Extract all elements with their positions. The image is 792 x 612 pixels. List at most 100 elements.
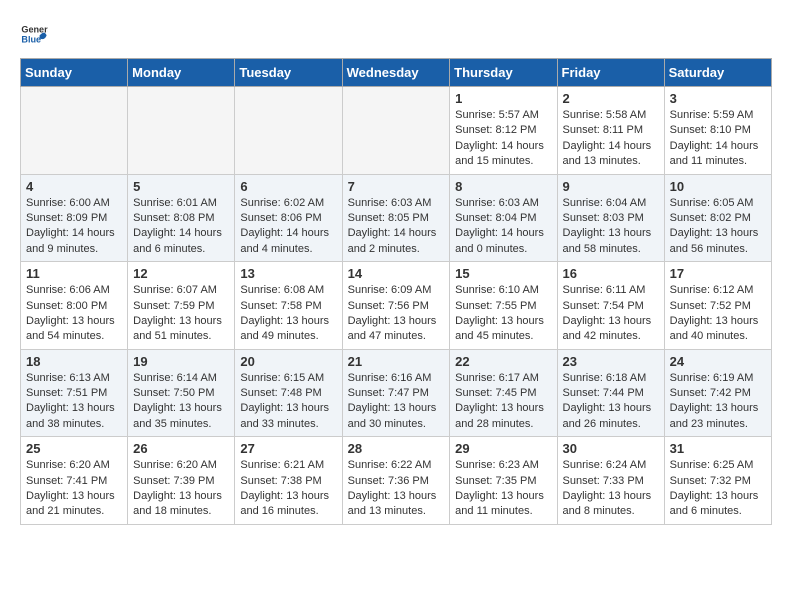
day-info: Sunrise: 6:24 AM Sunset: 7:33 PM Dayligh… [563, 458, 659, 520]
calendar-cell: 18 Sunrise: 6:13 AM Sunset: 7:51 PM Dayli… [21, 349, 128, 437]
day-info: Sunrise: 5:59 AM Sunset: 8:10 PM Dayligh… [670, 108, 766, 170]
weekday-header-sunday: Sunday [21, 59, 128, 87]
day-number: 8 [455, 179, 551, 194]
calendar-cell: 10 Sunrise: 6:05 AM Sunset: 8:02 PM Dayli… [664, 174, 771, 262]
calendar-cell: 21Sunrise: 6:16 AM Sunset: 7:47 PM Dayli… [342, 349, 450, 437]
day-info: Sunrise: 6:10 AM Sunset: 7:55 PM Dayligh… [455, 283, 551, 345]
day-info: Sunrise: 6:16 AM Sunset: 7:47 PM Dayligh… [348, 371, 445, 433]
day-info: Sunrise: 6:20 AM Sunset: 7:39 PM Dayligh… [133, 458, 229, 520]
calendar-cell: 22Sunrise: 6:17 AM Sunset: 7:45 PM Dayli… [450, 349, 557, 437]
day-number: 29 [455, 441, 551, 456]
day-number: 18 [26, 354, 122, 369]
day-info: Sunrise: 6:18 AM Sunset: 7:44 PM Dayligh… [563, 371, 659, 433]
calendar-cell: 25 Sunrise: 6:20 AM Sunset: 7:41 PM Dayli… [21, 437, 128, 525]
day-info: Sunrise: 6:06 AM Sunset: 8:00 PM Dayligh… [26, 283, 122, 345]
logo-icon: General Blue [20, 20, 48, 48]
day-info: Sunrise: 6:15 AM Sunset: 7:48 PM Dayligh… [240, 371, 336, 433]
day-number: 4 [26, 179, 122, 194]
calendar-cell: 3 Sunrise: 5:59 AM Sunset: 8:10 PM Daylig… [664, 87, 771, 175]
day-number: 15 [455, 266, 551, 281]
day-number: 11 [26, 266, 122, 281]
day-info: Sunrise: 6:20 AM Sunset: 7:41 PM Dayligh… [26, 458, 122, 520]
day-number: 30 [563, 441, 659, 456]
day-info: Sunrise: 6:05 AM Sunset: 8:02 PM Dayligh… [670, 196, 766, 258]
calendar-cell: 26 Sunrise: 6:20 AM Sunset: 7:39 PM Dayli… [128, 437, 235, 525]
calendar-cell: 20 Sunrise: 6:15 AM Sunset: 7:48 PM Dayli… [235, 349, 342, 437]
calendar-cell: 7 Sunrise: 6:03 AM Sunset: 8:05 PM Daylig… [342, 174, 450, 262]
calendar-cell: 1Sunrise: 5:57 AM Sunset: 8:12 PM Daylig… [450, 87, 557, 175]
weekday-header-saturday: Saturday [664, 59, 771, 87]
day-info: Sunrise: 6:25 AM Sunset: 7:32 PM Dayligh… [670, 458, 766, 520]
day-info: Sunrise: 6:00 AM Sunset: 8:09 PM Dayligh… [26, 196, 122, 258]
day-info: Sunrise: 6:03 AM Sunset: 8:05 PM Dayligh… [348, 196, 445, 258]
calendar-cell: 30 Sunrise: 6:24 AM Sunset: 7:33 PM Dayli… [557, 437, 664, 525]
calendar-cell: 4 Sunrise: 6:00 AM Sunset: 8:09 PM Daylig… [21, 174, 128, 262]
calendar-cell: 6Sunrise: 6:02 AM Sunset: 8:06 PM Daylig… [235, 174, 342, 262]
calendar-cell: 23 Sunrise: 6:18 AM Sunset: 7:44 PM Dayli… [557, 349, 664, 437]
calendar-cell: 9 Sunrise: 6:04 AM Sunset: 8:03 PM Daylig… [557, 174, 664, 262]
day-info: Sunrise: 6:17 AM Sunset: 7:45 PM Dayligh… [455, 371, 551, 433]
calendar-cell [21, 87, 128, 175]
calendar-cell: 19 Sunrise: 6:14 AM Sunset: 7:50 PM Dayli… [128, 349, 235, 437]
day-number: 12 [133, 266, 229, 281]
day-info: Sunrise: 6:23 AM Sunset: 7:35 PM Dayligh… [455, 458, 551, 520]
day-info: Sunrise: 6:12 AM Sunset: 7:52 PM Dayligh… [670, 283, 766, 345]
day-number: 25 [26, 441, 122, 456]
logo: General Blue [20, 20, 52, 48]
calendar-header-row: SundayMondayTuesdayWednesdayThursdayFrid… [21, 59, 772, 87]
day-info: Sunrise: 6:08 AM Sunset: 7:58 PM Dayligh… [240, 283, 336, 345]
day-number: 5 [133, 179, 229, 194]
day-info: Sunrise: 6:14 AM Sunset: 7:50 PM Dayligh… [133, 371, 229, 433]
day-number: 10 [670, 179, 766, 194]
day-number: 1 [455, 91, 551, 106]
day-number: 7 [348, 179, 445, 194]
page-header: General Blue [20, 20, 772, 48]
day-info: Sunrise: 6:04 AM Sunset: 8:03 PM Dayligh… [563, 196, 659, 258]
day-info: Sunrise: 6:07 AM Sunset: 7:59 PM Dayligh… [133, 283, 229, 345]
weekday-header-wednesday: Wednesday [342, 59, 450, 87]
weekday-header-monday: Monday [128, 59, 235, 87]
day-number: 23 [563, 354, 659, 369]
day-number: 6 [240, 179, 336, 194]
calendar-cell [342, 87, 450, 175]
day-number: 2 [563, 91, 659, 106]
weekday-header-thursday: Thursday [450, 59, 557, 87]
calendar-cell: 12 Sunrise: 6:07 AM Sunset: 7:59 PM Dayli… [128, 262, 235, 350]
calendar-cell: 27 Sunrise: 6:21 AM Sunset: 7:38 PM Dayli… [235, 437, 342, 525]
day-info: Sunrise: 6:01 AM Sunset: 8:08 PM Dayligh… [133, 196, 229, 258]
calendar-cell: 24 Sunrise: 6:19 AM Sunset: 7:42 PM Dayli… [664, 349, 771, 437]
calendar-cell: 5 Sunrise: 6:01 AM Sunset: 8:08 PM Daylig… [128, 174, 235, 262]
day-number: 16 [563, 266, 659, 281]
calendar-cell [128, 87, 235, 175]
calendar-cell: 17 Sunrise: 6:12 AM Sunset: 7:52 PM Dayli… [664, 262, 771, 350]
calendar-cell: 8Sunrise: 6:03 AM Sunset: 8:04 PM Daylig… [450, 174, 557, 262]
day-number: 24 [670, 354, 766, 369]
calendar-cell [235, 87, 342, 175]
day-number: 31 [670, 441, 766, 456]
day-number: 26 [133, 441, 229, 456]
day-number: 28 [348, 441, 445, 456]
calendar-table: SundayMondayTuesdayWednesdayThursdayFrid… [20, 58, 772, 525]
day-info: Sunrise: 6:22 AM Sunset: 7:36 PM Dayligh… [348, 458, 445, 520]
day-info: Sunrise: 6:09 AM Sunset: 7:56 PM Dayligh… [348, 283, 445, 345]
day-number: 19 [133, 354, 229, 369]
day-number: 20 [240, 354, 336, 369]
svg-text:Blue: Blue [21, 34, 41, 44]
day-number: 17 [670, 266, 766, 281]
day-number: 3 [670, 91, 766, 106]
weekday-header-tuesday: Tuesday [235, 59, 342, 87]
day-info: Sunrise: 6:19 AM Sunset: 7:42 PM Dayligh… [670, 371, 766, 433]
day-number: 14 [348, 266, 445, 281]
calendar-cell: 31 Sunrise: 6:25 AM Sunset: 7:32 PM Dayli… [664, 437, 771, 525]
calendar-cell: 16 Sunrise: 6:11 AM Sunset: 7:54 PM Dayli… [557, 262, 664, 350]
day-info: Sunrise: 5:58 AM Sunset: 8:11 PM Dayligh… [563, 108, 659, 170]
day-number: 27 [240, 441, 336, 456]
day-info: Sunrise: 6:13 AM Sunset: 7:51 PM Dayligh… [26, 371, 122, 433]
calendar-cell: 29 Sunrise: 6:23 AM Sunset: 7:35 PM Dayli… [450, 437, 557, 525]
day-info: Sunrise: 6:21 AM Sunset: 7:38 PM Dayligh… [240, 458, 336, 520]
day-info: Sunrise: 6:11 AM Sunset: 7:54 PM Dayligh… [563, 283, 659, 345]
weekday-header-friday: Friday [557, 59, 664, 87]
day-number: 9 [563, 179, 659, 194]
calendar-cell: 2 Sunrise: 5:58 AM Sunset: 8:11 PM Daylig… [557, 87, 664, 175]
calendar-cell: 28 Sunrise: 6:22 AM Sunset: 7:36 PM Dayli… [342, 437, 450, 525]
